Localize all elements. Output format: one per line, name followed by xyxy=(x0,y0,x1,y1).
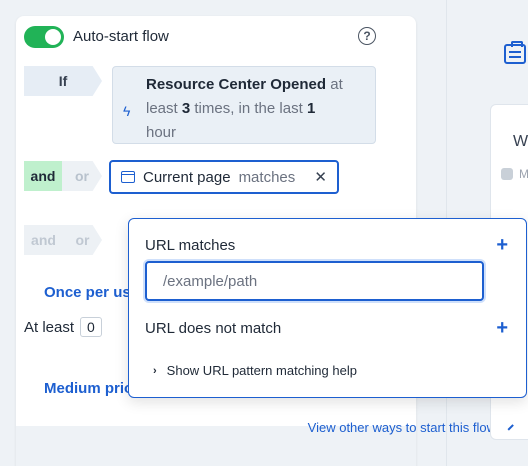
bolt-icon: ϟ xyxy=(123,103,131,119)
trigger-times: times, in the last xyxy=(194,100,303,117)
and-option-disabled[interactable]: and xyxy=(24,225,63,255)
view-other-ways-link[interactable]: View other ways to start this flow xyxy=(307,419,516,435)
at-least-row: At least 0 xyxy=(24,317,102,337)
auto-start-toggle[interactable] xyxy=(24,26,64,48)
trigger-event: Resource Center Opened xyxy=(146,76,327,93)
help-icon[interactable]: ? xyxy=(358,27,376,45)
at-least-label: At least xyxy=(24,318,75,336)
and-or-toggle[interactable]: and or xyxy=(24,161,102,191)
add-url-match-icon[interactable]: + xyxy=(496,235,508,255)
meta-icon xyxy=(501,168,513,180)
condition-subject: Current page xyxy=(143,168,231,186)
checklist-card-icon[interactable] xyxy=(492,40,528,70)
right-card-meta: M xyxy=(501,167,528,181)
url-matches-row: URL matches + xyxy=(145,235,508,255)
condition-chip[interactable]: Current page matches ✕ xyxy=(109,160,339,194)
trigger-period-unit: hour xyxy=(146,124,177,141)
condition-operator: matches xyxy=(238,168,296,186)
if-label: If xyxy=(24,66,102,96)
trigger-at: at xyxy=(330,76,343,93)
and-option[interactable]: and xyxy=(24,161,62,191)
view-other-ways-label: View other ways to start this flow xyxy=(307,420,496,435)
clipboard-icon xyxy=(504,41,526,64)
and-or-toggle-disabled[interactable]: and or xyxy=(24,225,102,255)
right-card-meta-text: M xyxy=(519,167,528,181)
trigger-least: least xyxy=(146,100,178,117)
url-match-input[interactable] xyxy=(145,261,484,301)
url-help-label: Show URL pattern matching help xyxy=(166,363,357,378)
chevron-right-icon: › xyxy=(153,364,157,377)
trigger-condition[interactable]: ϟ Resource Center Opened at least 3 time… xyxy=(112,66,376,144)
url-help-toggle[interactable]: › Show URL pattern matching help xyxy=(153,363,357,378)
priority-link[interactable]: Medium prio xyxy=(44,380,133,397)
close-icon[interactable]: ✕ xyxy=(314,168,327,186)
right-card-title: W xyxy=(513,133,528,150)
url-matches-label: URL matches xyxy=(145,236,236,254)
at-least-input[interactable]: 0 xyxy=(80,317,102,337)
page-icon xyxy=(121,171,135,183)
url-not-match-label: URL does not match xyxy=(145,319,282,337)
auto-start-label: Auto-start flow xyxy=(73,28,169,45)
url-not-match-row: URL does not match + xyxy=(145,318,508,338)
toggle-knob xyxy=(45,29,61,45)
trigger-period-value: 1 xyxy=(306,100,316,117)
add-url-not-match-icon[interactable]: + xyxy=(496,318,508,338)
frequency-link[interactable]: Once per us xyxy=(44,284,131,301)
trigger-count: 3 xyxy=(181,100,191,117)
url-condition-dropdown: URL matches + URL does not match + › Sho… xyxy=(128,218,527,398)
